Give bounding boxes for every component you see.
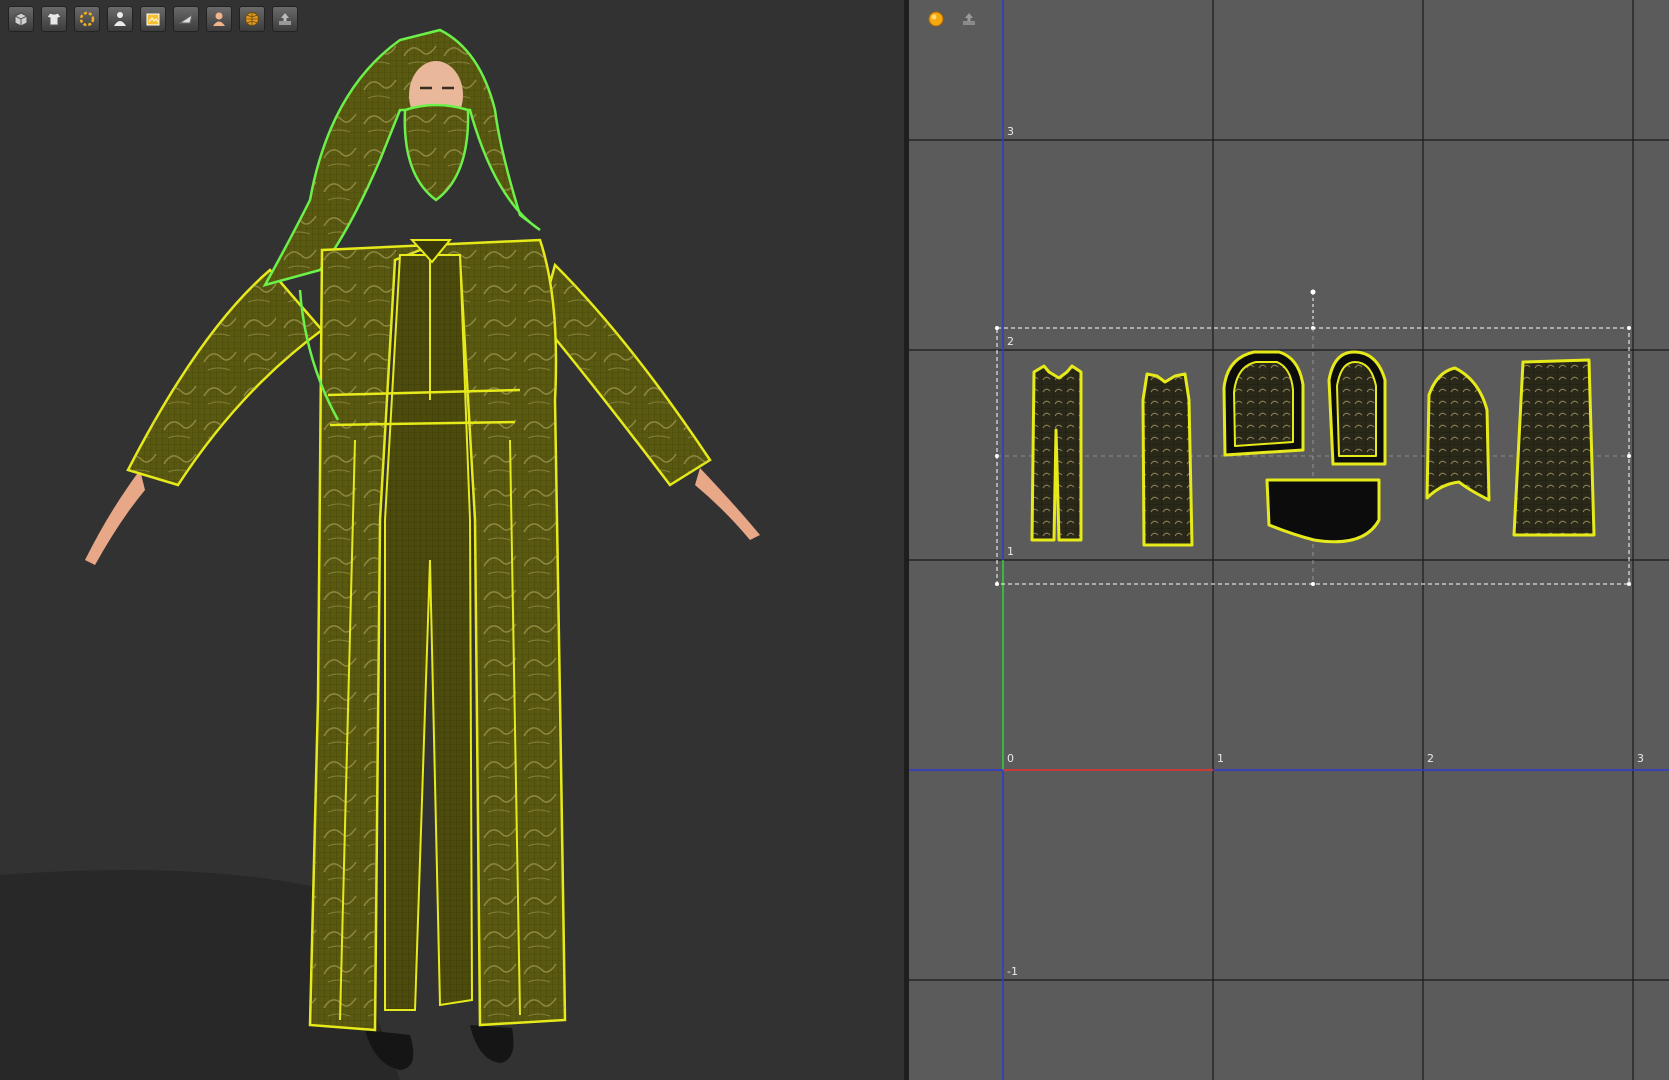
left-hand: [85, 470, 145, 565]
pattern-piece-panel[interactable]: [1512, 358, 1596, 537]
rotate-handle[interactable]: [1310, 289, 1316, 295]
right-shoe: [470, 1025, 514, 1063]
pattern-piece-front[interactable]: [1030, 364, 1083, 542]
inner-dress[interactable]: [384, 254, 474, 1011]
y-label-2: 2: [1007, 335, 1014, 348]
pattern-piece-skirt[interactable]: [1265, 478, 1381, 544]
2d-pattern-viewport[interactable]: 0 1 2 3 3 2 1 -1: [909, 0, 1669, 1080]
y-label-3: 3: [1007, 125, 1014, 138]
x-label-0: 0: [1007, 752, 1014, 765]
right-hand: [695, 468, 760, 540]
pattern-piece-dress[interactable]: [1141, 372, 1194, 547]
3d-scene: [0, 28, 760, 1080]
y-label-neg1: -1: [1007, 965, 1018, 978]
3d-viewport[interactable]: [0, 0, 904, 1080]
pattern-piece-sleeve[interactable]: [1425, 366, 1491, 502]
x-label-3: 3: [1637, 752, 1644, 765]
2d-toolbar: [923, 6, 982, 32]
pattern-grid: 0 1 2 3 3 2 1 -1: [909, 0, 1669, 1080]
y-label-1: 1: [1007, 545, 1014, 558]
export-icon[interactable]: [956, 6, 982, 32]
sphere-icon[interactable]: [923, 6, 949, 32]
x-label-1: 1: [1217, 752, 1224, 765]
x-label-2: 2: [1427, 752, 1434, 765]
